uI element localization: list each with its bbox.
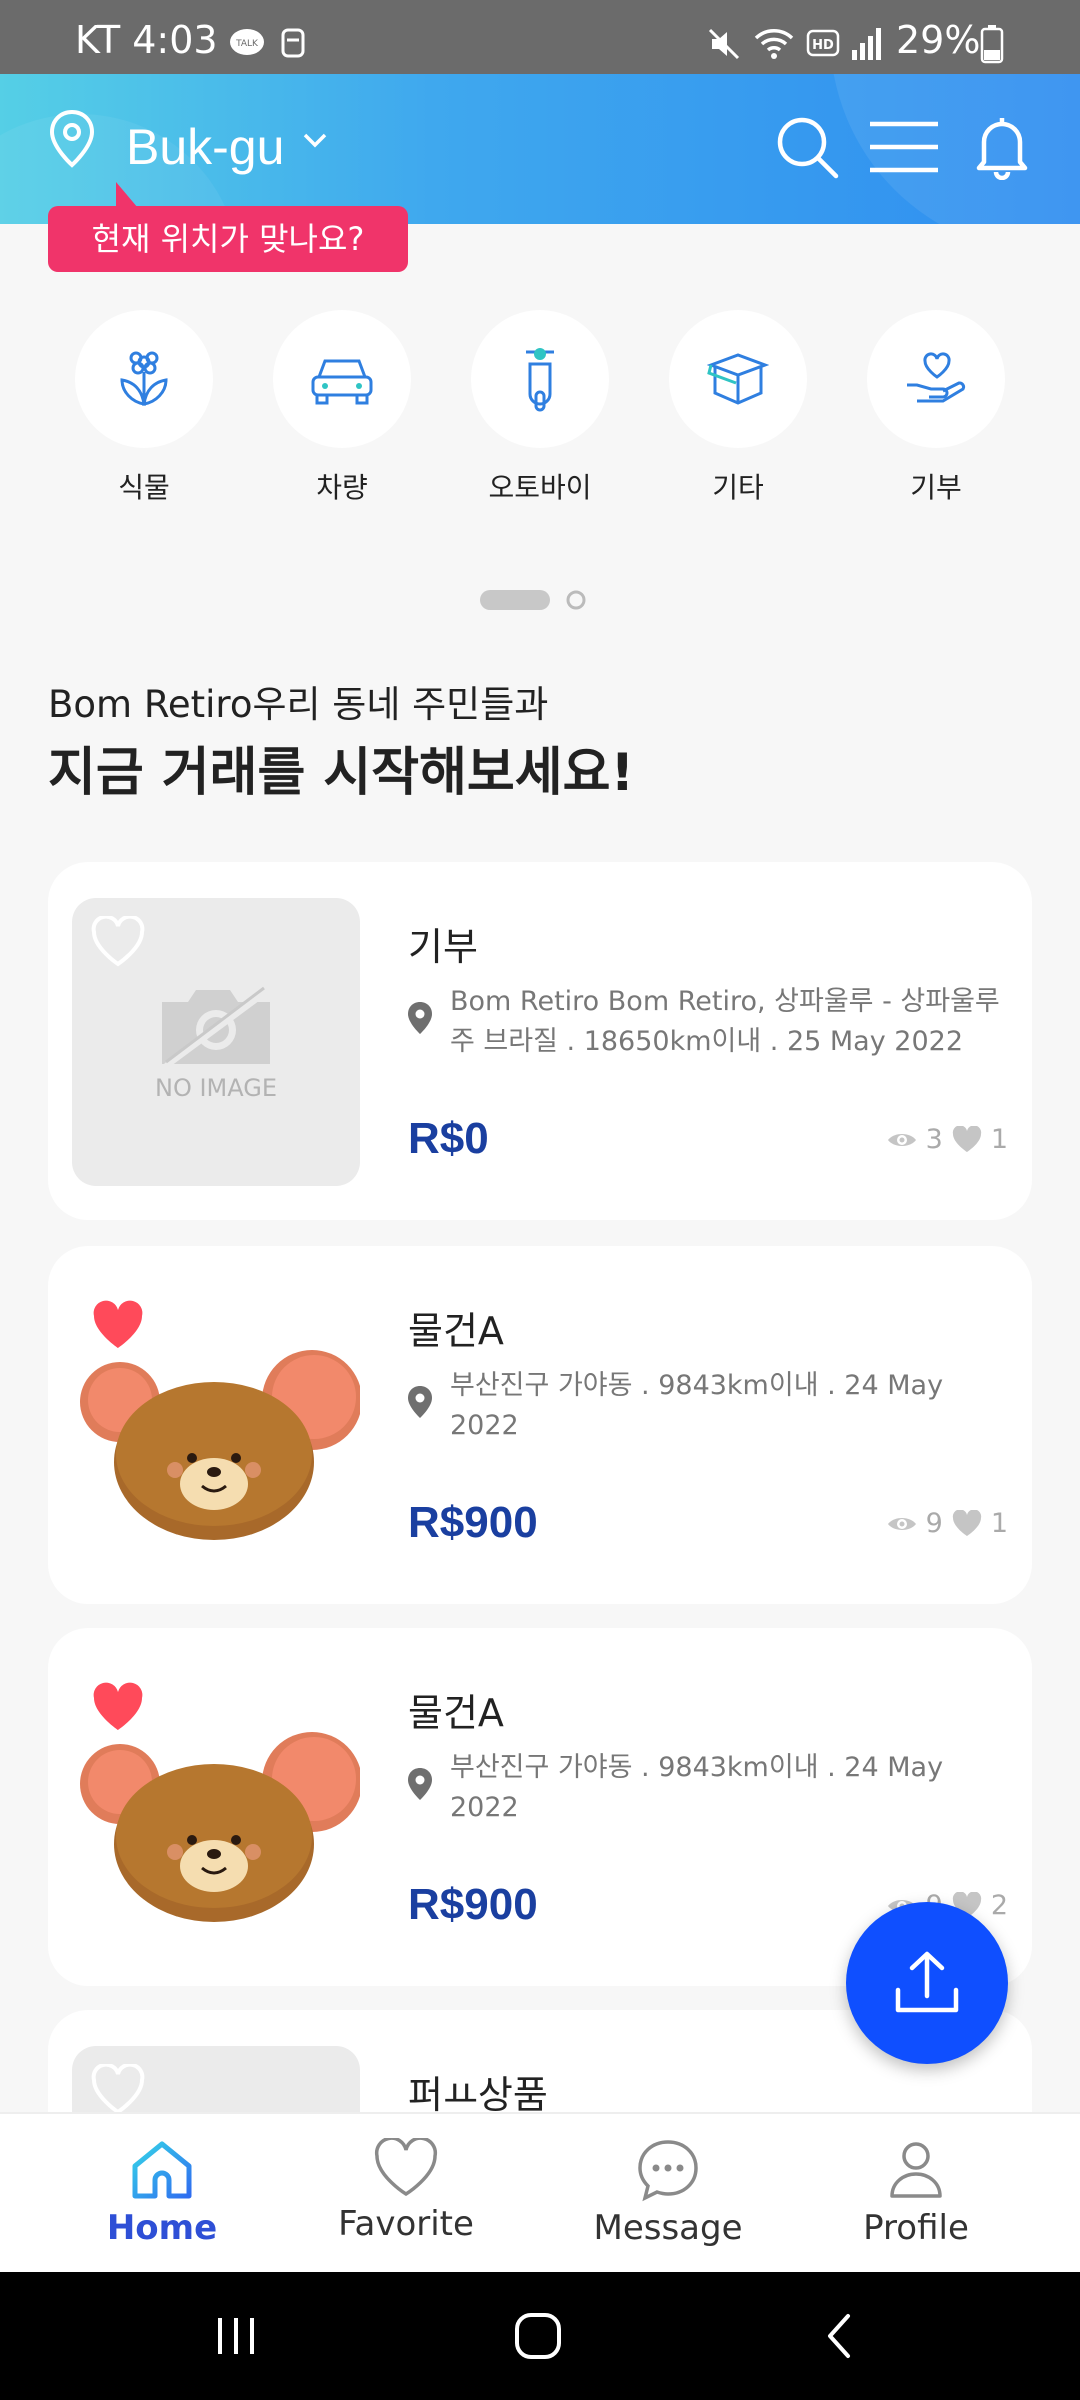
intro-title: 지금 거래를 시작해보세요!: [48, 743, 635, 803]
category-item-plants[interactable]: 식물: [74, 310, 214, 506]
recent-apps-icon[interactable]: [212, 2312, 260, 2360]
battery-percent: 29%: [896, 18, 981, 62]
app-notification-icon: [281, 28, 305, 58]
back-icon[interactable]: [820, 2310, 860, 2362]
category-label: 식물: [118, 471, 170, 504]
chevron-down-icon: [303, 133, 327, 148]
favorite-heart-filled-icon[interactable]: [90, 1300, 146, 1352]
category-label: 기타: [712, 471, 764, 504]
chat-icon: [638, 2140, 698, 2202]
like-count: 1: [990, 1508, 1008, 1539]
home-button-icon[interactable]: [512, 2310, 564, 2362]
signal-icon: [852, 28, 881, 60]
plant-icon: [120, 351, 168, 406]
donation-icon: [907, 352, 966, 403]
heart-icon: [952, 1509, 981, 1536]
like-count: 2: [990, 1890, 1008, 1921]
bottom-nav: Home Favorite Message Profile: [0, 2112, 1080, 2272]
listing-stats: 9 1: [886, 1508, 1008, 1539]
heart-icon: [952, 1125, 981, 1152]
scooter-icon: [526, 348, 554, 412]
location-pin-icon: [408, 1768, 432, 1800]
location-name: Buk-gu: [126, 119, 285, 175]
svg-text:HD: HD: [812, 38, 834, 53]
listing-title: 퍼ㅛ상품: [408, 2073, 548, 2117]
category-item-etc[interactable]: 기타: [668, 310, 808, 506]
category-label: 차량: [316, 471, 368, 504]
like-count: 1: [990, 1124, 1008, 1155]
listing-price: R$900: [408, 1498, 538, 1547]
category-label: 오토바이: [488, 471, 592, 504]
wifi-icon: [754, 29, 794, 59]
view-count: 3: [925, 1124, 943, 1155]
heart-icon: [374, 2138, 438, 2197]
eye-icon: [887, 1517, 916, 1530]
category-item-motorcycles[interactable]: 오토바이: [470, 310, 610, 506]
home-icon: [132, 2141, 192, 2199]
location-confirm-tooltip[interactable]: 현재 위치가 맞나요?: [48, 182, 408, 272]
eye-icon: [887, 1133, 916, 1146]
battery-icon: [980, 25, 1004, 64]
search-icon[interactable]: [774, 114, 840, 180]
category-item-donation[interactable]: 기부: [866, 310, 1006, 506]
favorite-heart-outline-icon[interactable]: [90, 2064, 146, 2116]
favorite-heart-outline-icon[interactable]: [90, 916, 146, 968]
category-icon-circle: [669, 310, 807, 448]
svg-text:TALK: TALK: [235, 39, 259, 49]
category-icon-circle: [75, 310, 213, 448]
category-icon-circle: [471, 310, 609, 448]
status-bar: KT 4:03 TALK HD 29%: [0, 0, 1080, 74]
favorite-heart-filled-icon[interactable]: [90, 1682, 146, 1734]
person-icon: [890, 2142, 942, 2198]
category-label: 기부: [910, 471, 962, 504]
nav-label: Favorite: [338, 2204, 474, 2244]
upload-fab-button[interactable]: [846, 1902, 1008, 2064]
system-nav-bar: [0, 2272, 1080, 2400]
listing-address: 부산진구 가야동 . 9843km이내 . 24 May 2022: [450, 1752, 944, 1823]
listing-title: 기부: [408, 925, 478, 969]
nav-label: Message: [593, 2208, 743, 2248]
bell-icon[interactable]: [974, 112, 1030, 180]
listing-stats: 3 1: [886, 1124, 1008, 1155]
listing-price: R$0: [408, 1114, 489, 1163]
listing-card[interactable]: NO IMAGE 기부 Bom Retiro Bom Retiro, 상파울루 …: [48, 862, 1032, 1220]
listing-price: R$900: [408, 1880, 538, 1929]
pager-dot-active: [480, 590, 550, 610]
nav-item-profile[interactable]: Profile: [816, 2138, 1016, 2248]
category-item-vehicles[interactable]: 차량: [272, 310, 412, 506]
no-image-label: NO IMAGE: [154, 1074, 277, 1102]
listing-address: 부산진구 가야동 . 9843km이내 . 24 May 2022: [450, 1370, 944, 1441]
category-pager: [478, 587, 588, 613]
listing-card[interactable]: 물건A 부산진구 가야동 . 9843km이내 . 24 May 2022 R$…: [48, 1246, 1032, 1604]
upload-icon: [895, 1951, 959, 2013]
nav-item-message[interactable]: Message: [568, 2138, 768, 2248]
category-icon-circle: [273, 310, 411, 448]
menu-icon[interactable]: [868, 118, 940, 176]
no-image-icon: [162, 986, 270, 1066]
category-icon-circle: [867, 310, 1005, 448]
listing-title: 물건A: [408, 1309, 504, 1353]
status-time: KT 4:03: [75, 18, 218, 62]
car-icon: [311, 359, 373, 405]
location-pin-icon: [49, 109, 95, 168]
mute-icon: [708, 28, 740, 60]
location-pin-icon: [408, 1002, 432, 1034]
view-count: 9: [925, 1508, 943, 1539]
nav-label: Profile: [863, 2208, 969, 2248]
nav-item-favorite[interactable]: Favorite: [306, 2138, 506, 2244]
listing-address: Bom Retiro Bom Retiro, 상파울루 - 상파울루 주 브라질…: [450, 986, 1000, 1057]
nav-label: Home: [106, 2208, 218, 2248]
location-pin-icon: [408, 1386, 432, 1418]
nav-item-home[interactable]: Home: [62, 2138, 262, 2248]
hd-icon: HD: [806, 29, 840, 57]
intro-subtitle: Bom Retiro우리 동네 주민들과: [48, 683, 549, 726]
kakaotalk-icon: TALK: [230, 29, 264, 55]
listing-title: 물건A: [408, 1691, 504, 1735]
pager-dot: [566, 590, 586, 610]
header-bar: Buk-gu: [0, 74, 1080, 224]
box-icon: [707, 353, 769, 405]
